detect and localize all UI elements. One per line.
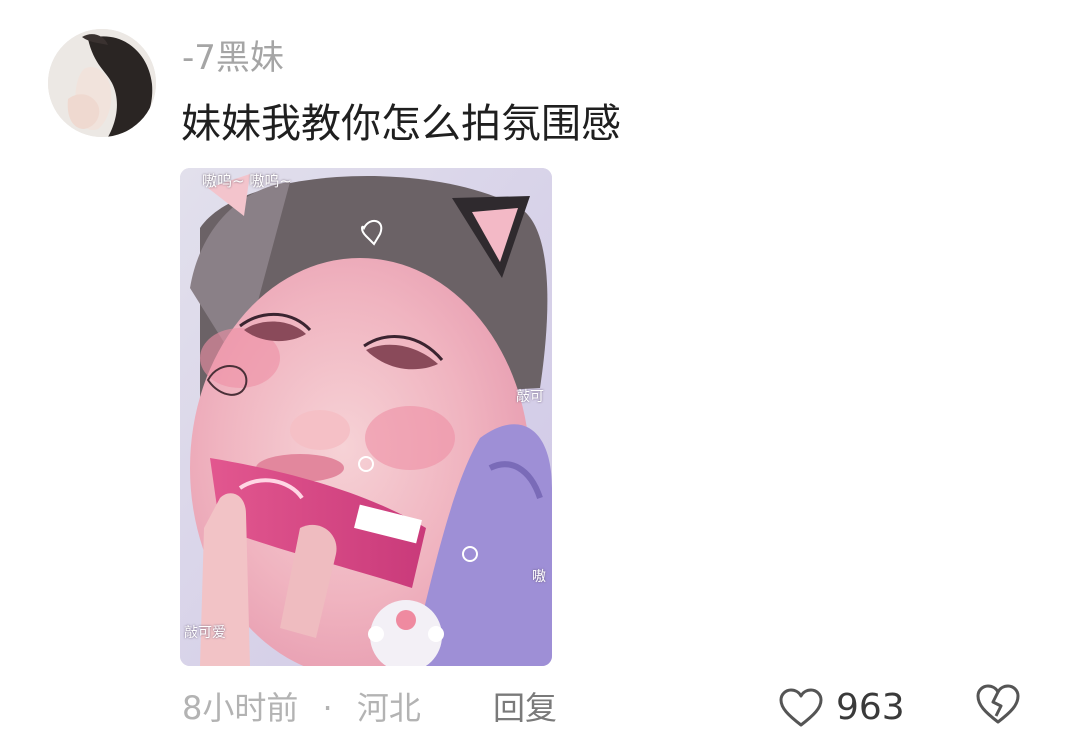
avatar-image	[48, 29, 156, 137]
meta-separator: ·	[322, 689, 333, 727]
comment-location: 河北	[356, 689, 421, 727]
comment-time: 8小时前	[182, 689, 299, 727]
avatar[interactable]	[48, 29, 156, 137]
photo-illustration	[180, 168, 552, 666]
photo-sticker: 敲可爱	[184, 625, 226, 641]
dislike-button[interactable]	[974, 682, 1022, 732]
broken-heart-icon	[976, 684, 1020, 724]
photo-sticker: 嗷	[532, 569, 546, 585]
comment-text: 妹妹我教你怎么拍氛围感	[181, 101, 621, 147]
heart-icon	[779, 688, 823, 727]
like-count: 963	[836, 687, 905, 728]
reply-button[interactable]: 回复	[493, 686, 557, 730]
photo-caption: 嗷呜~ 嗷呜~	[202, 172, 292, 190]
username[interactable]: -7黑妹	[182, 36, 284, 80]
comment-card: -7黑妹 妹妹我教你怎么拍氛围感 嗷呜~ 嗷呜~ 敲可 敲可爱 嗷 8小时前 ·…	[0, 0, 1068, 734]
comment-meta: 8小时前 · 河北	[182, 686, 421, 730]
photo-sticker: 敲可	[516, 389, 544, 405]
comment-image[interactable]: 嗷呜~ 嗷呜~ 敲可 敲可爱 嗷	[180, 168, 552, 666]
like-button[interactable]: 963	[778, 680, 905, 736]
